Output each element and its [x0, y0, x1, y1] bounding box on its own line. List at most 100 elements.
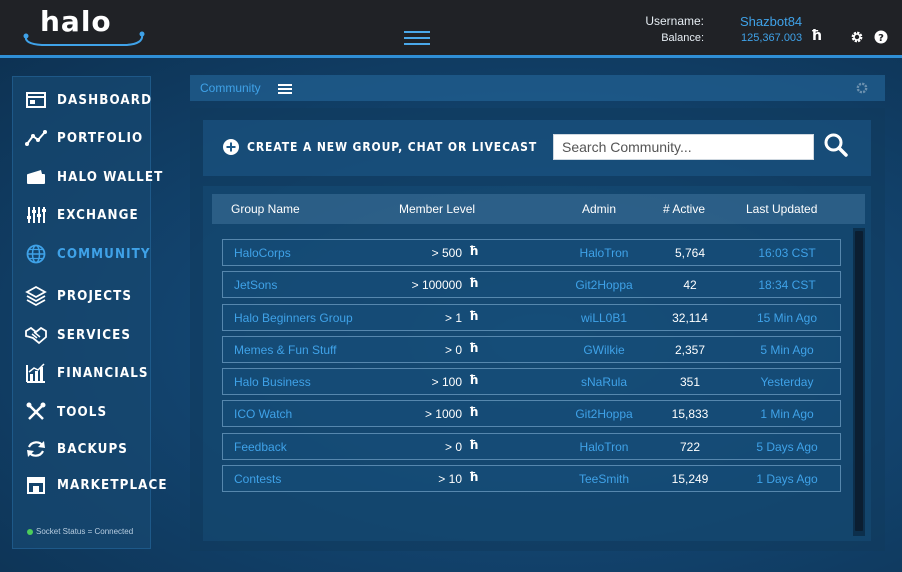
globe-icon [26, 244, 46, 264]
create-group-button[interactable]: CREATE A NEW GROUP, CHAT OR LIVECAST [223, 139, 569, 155]
table-row[interactable]: ICO Watch > 1000 ħ Git2Hoppa 15,833 1 Min Ago [222, 400, 841, 427]
sidebar-item-projects[interactable]: PROJECTS [25, 282, 139, 310]
layers-icon [25, 285, 47, 307]
admin-link[interactable]: HaloTron [573, 440, 635, 454]
sidebar-item-backups[interactable]: BACKUPS [25, 435, 134, 463]
group-name-link[interactable]: Feedback [234, 440, 287, 454]
sidebar-item-community[interactable]: COMMUNITY [25, 240, 159, 268]
table-row[interactable]: Halo Beginners Group > 1 ħ wiLL0B1 32,114 15 … [222, 304, 841, 331]
column-header-group-name[interactable]: Group Name [231, 202, 300, 216]
column-header-active[interactable]: # Active [663, 202, 705, 216]
gear-icon[interactable] [850, 30, 864, 44]
admin-link[interactable]: Git2Hoppa [573, 407, 635, 421]
table-row[interactable]: JetSons > 100000 ħ Git2Hoppa 42 18:34 CST [222, 271, 841, 298]
dashboard-icon [26, 92, 46, 108]
halo-coin-icon: ħ [469, 309, 479, 323]
last-updated: 1 Min Ago [760, 407, 814, 421]
group-name-link[interactable]: Contests [234, 472, 281, 486]
member-level: > 0 [444, 440, 462, 454]
sidebar-item-marketplace[interactable]: MARKETPLACE [25, 471, 177, 499]
member-level: > 0 [444, 343, 462, 357]
table-row[interactable]: Contests > 10 ħ TeeSmith 15,249 1 Days Ago [222, 465, 841, 492]
table-row[interactable]: HaloCorps > 500 ħ HaloTron 5,764 16:03 CST [222, 239, 841, 266]
admin-link[interactable]: HaloTron [573, 246, 635, 260]
last-updated: 16:03 CST [758, 246, 816, 260]
sidebar-item-label: HALO WALLET [57, 169, 164, 185]
sidebar-item-dashboard[interactable]: DASHBOARD [25, 86, 160, 114]
sliders-icon [27, 207, 46, 223]
group-name-link[interactable]: Memes & Fun Stuff [234, 343, 337, 357]
sidebar-item-portfolio[interactable]: PORTFOLIO [25, 124, 151, 152]
sidebar-item-label: SERVICES [57, 327, 132, 343]
halo-coin-icon: ħ [469, 470, 479, 484]
top-bar: halo Username: Balance: Shazbot84 125,36… [0, 0, 902, 58]
active-count: 15,249 [671, 472, 709, 486]
last-updated: 5 Days Ago [756, 440, 818, 454]
last-updated: 5 Min Ago [760, 343, 814, 357]
sidebar-item-tools[interactable]: TOOLS [25, 398, 112, 426]
username-value[interactable]: Shazbot84 [740, 14, 802, 29]
hamburger-menu-icon[interactable] [404, 31, 430, 45]
group-name-link[interactable]: ICO Watch [234, 407, 292, 421]
sidebar-item-exchange[interactable]: EXCHANGE [25, 201, 146, 229]
search-community-input[interactable] [553, 134, 814, 160]
table-row[interactable]: Memes & Fun Stuff > 0 ħ GWilkie 2,357 5 Min A… [222, 336, 841, 363]
halo-coin-icon: ħ [469, 276, 479, 290]
sidebar-item-label: MARKETPLACE [57, 477, 168, 493]
admin-link[interactable]: sNaRula [573, 375, 635, 389]
table-row[interactable]: Halo Business > 100 ħ sNaRula 351 Yesterday [222, 368, 841, 395]
member-level: > 100 [431, 375, 462, 389]
last-updated: Yesterday [760, 375, 814, 389]
group-name-link[interactable]: HaloCorps [234, 246, 291, 260]
scrollbar-thumb[interactable] [855, 231, 863, 531]
socket-status-text: Socket Status = Connected [36, 527, 134, 536]
active-count: 42 [683, 278, 697, 292]
last-updated: 18:34 CST [758, 278, 816, 292]
handshake-icon [25, 326, 47, 345]
column-header-admin[interactable]: Admin [582, 202, 616, 216]
column-header-member-level[interactable]: Member Level [399, 202, 475, 216]
last-updated: 1 Days Ago [756, 472, 818, 486]
list-menu-icon[interactable] [278, 84, 292, 94]
sidebar-item-label: PORTFOLIO [57, 130, 144, 146]
admin-link[interactable]: TeeSmith [573, 472, 635, 486]
halo-coin-icon: ħ [469, 341, 479, 355]
logo-text: halo [40, 5, 112, 38]
halo-coin-icon: ħ [469, 244, 479, 258]
balance-value: 125,367.003 [741, 32, 803, 44]
admin-link[interactable]: Git2Hoppa [573, 278, 635, 292]
admin-link[interactable]: GWilkie [573, 343, 635, 357]
socket-status: Socket Status = Connected [27, 527, 133, 536]
table-row[interactable]: Feedback > 0 ħ HaloTron 722 5 Days Ago [222, 433, 841, 460]
sidebar-item-label: COMMUNITY [57, 246, 151, 262]
help-icon[interactable]: ? [874, 30, 888, 44]
balance-label: Balance: [661, 32, 704, 44]
breadcrumb-bar: Community [190, 75, 885, 101]
active-count: 32,114 [672, 311, 708, 325]
group-name-link[interactable]: JetSons [234, 278, 277, 292]
portfolio-chart-icon [25, 130, 47, 146]
active-count: 5,764 [674, 246, 706, 260]
column-header-last-updated[interactable]: Last Updated [746, 202, 817, 216]
sidebar-item-label: TOOLS [57, 404, 108, 420]
plus-circle-icon [223, 139, 239, 155]
member-level: > 10 [438, 472, 462, 486]
breadcrumb[interactable]: Community [200, 81, 261, 95]
admin-link[interactable]: wiLL0B1 [573, 311, 635, 325]
halo-coin-icon: ħ [811, 28, 823, 44]
sidebar-item-services[interactable]: SERVICES [25, 321, 138, 349]
group-name-link[interactable]: Halo Business [234, 375, 311, 389]
group-name-link[interactable]: Halo Beginners Group [234, 311, 353, 325]
sidebar-item-label: PROJECTS [57, 288, 133, 304]
active-count: 722 [679, 440, 701, 454]
sidebar: DASHBOARD PORTFOLIO HALO WALLET EXCHANGE… [12, 76, 167, 549]
gear-icon[interactable] [855, 81, 869, 95]
tools-icon [26, 402, 46, 420]
username-label: Username: [645, 14, 704, 28]
sidebar-item-financials[interactable]: FINANCIALS [25, 359, 157, 387]
svg-text:?: ? [878, 33, 884, 44]
sidebar-item-halo-wallet[interactable]: HALO WALLET [25, 163, 173, 191]
search-icon[interactable] [823, 132, 849, 158]
active-count: 15,833 [671, 407, 709, 421]
wallet-icon [27, 170, 45, 184]
